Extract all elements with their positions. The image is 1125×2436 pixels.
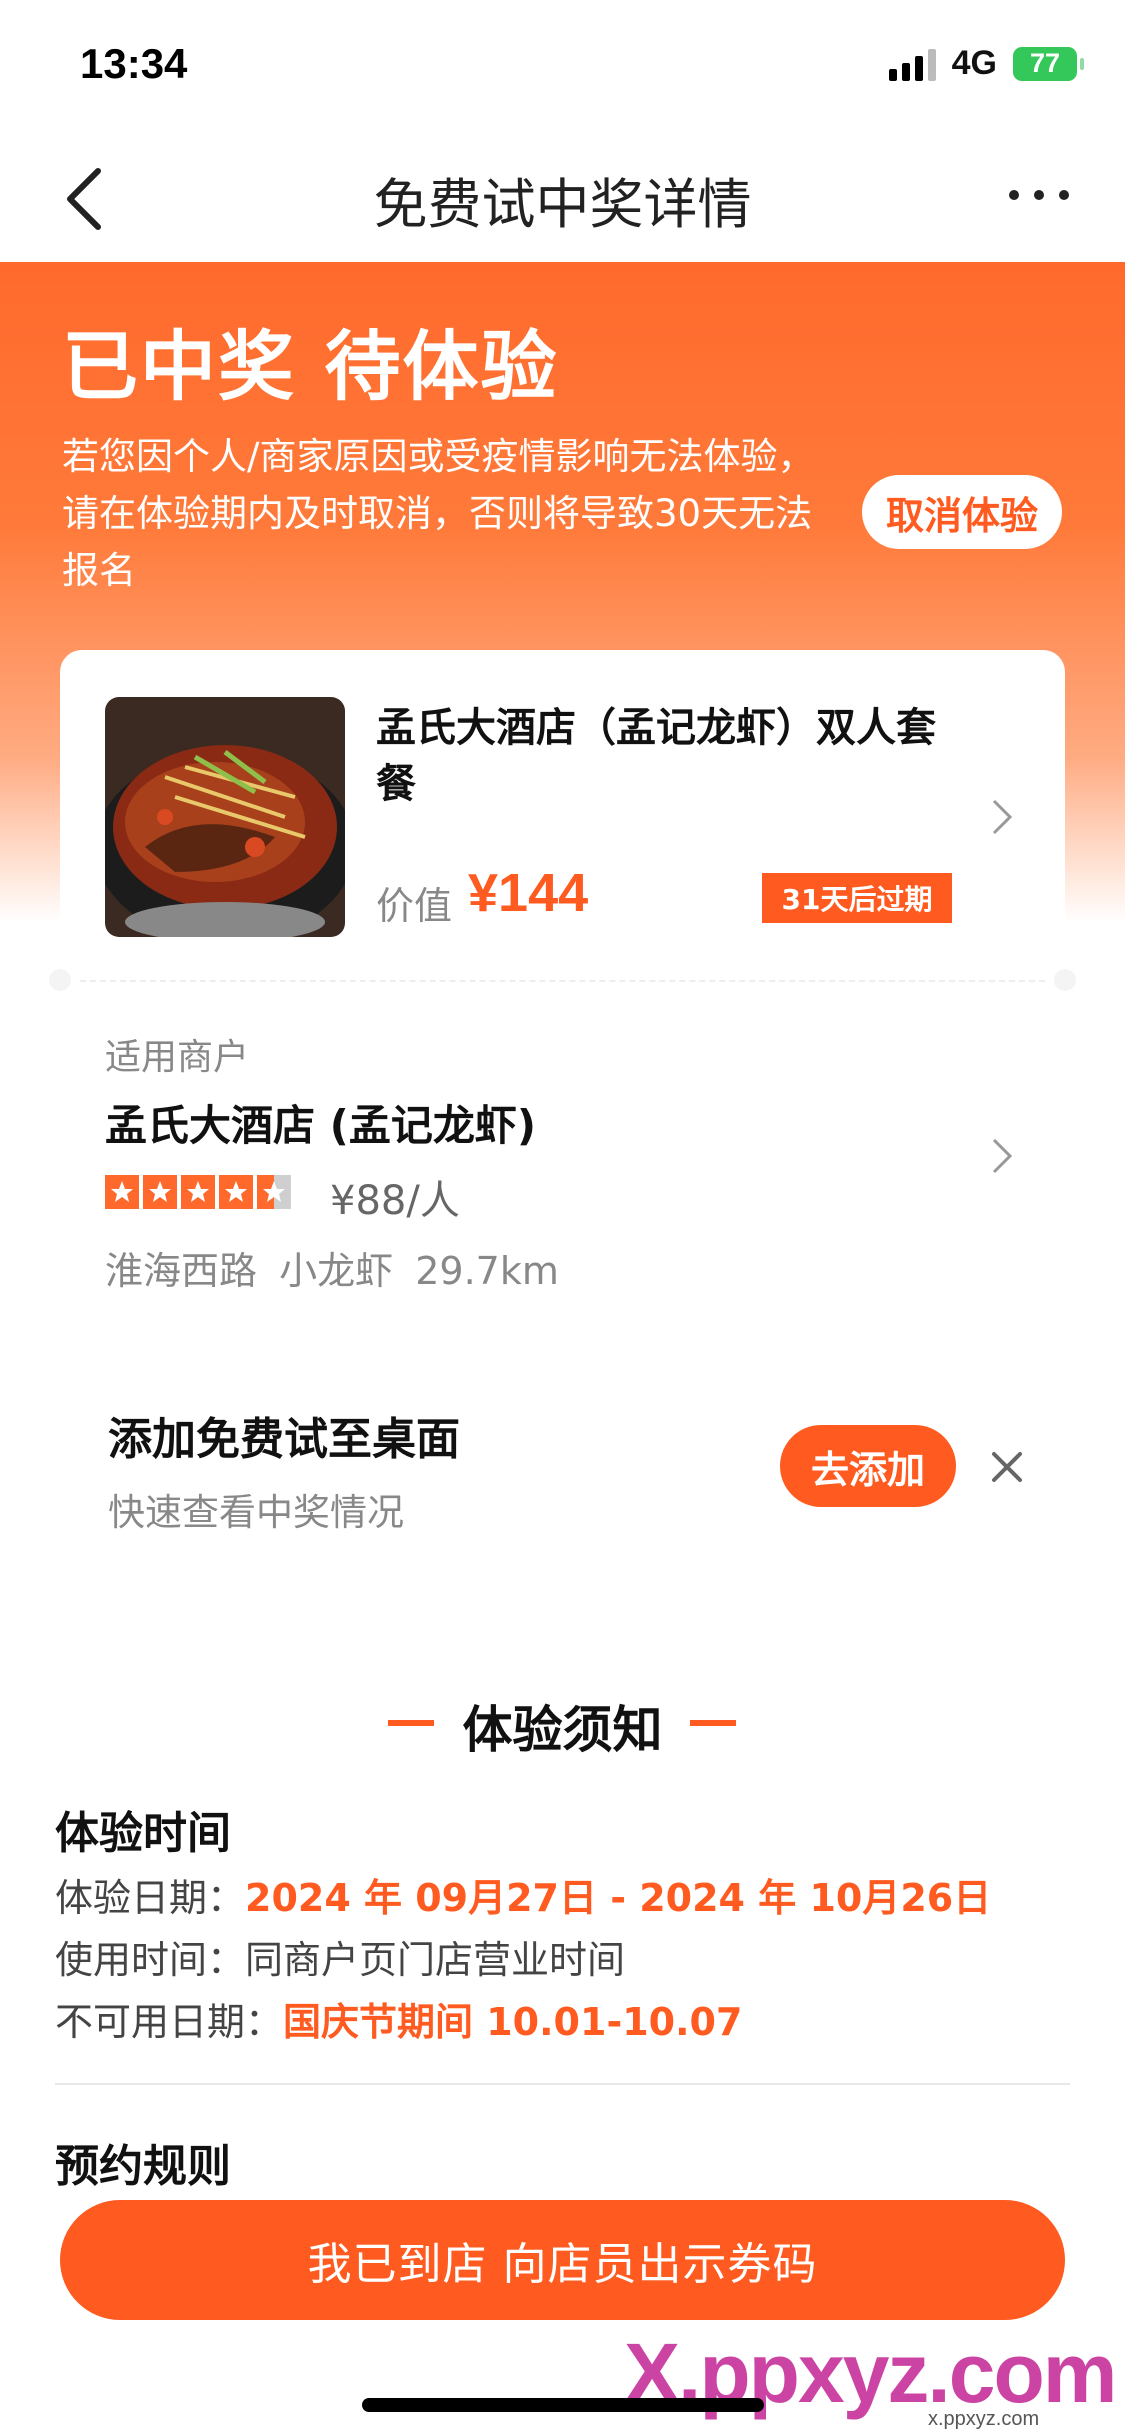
star-icon	[105, 1175, 139, 1209]
add-to-desktop-button[interactable]: 去添加	[780, 1425, 956, 1507]
experience-date-value: 2024 年 09月27日 - 2024 年 10月26日	[245, 1876, 992, 1920]
ticket-notch-right	[1054, 969, 1076, 991]
row-label: 体验日期：	[55, 1876, 246, 1920]
dish-image	[105, 697, 345, 937]
notice-title: 体验须知	[462, 1701, 663, 1759]
chevron-right-icon[interactable]	[990, 797, 1014, 837]
chevron-right-icon[interactable]	[990, 1136, 1014, 1176]
row-label: 使用时间：	[55, 1938, 246, 1982]
usage-time-row: 使用时间：同商户页门店营业时间	[55, 1929, 625, 1984]
add-desktop-title: 添加免费试至桌面	[108, 1414, 460, 1465]
signal-icon	[888, 47, 936, 81]
merchant-area: 淮海西路	[105, 1249, 258, 1293]
unavailable-date-value: 国庆节期间 10.01-10.07	[283, 2000, 743, 2044]
prize-name[interactable]: 孟氏大酒店（孟记龙虾）双人套餐	[376, 700, 936, 812]
merchant-distance: 29.7km	[415, 1249, 559, 1293]
page-title: 免费试中奖详情	[373, 173, 752, 236]
show-coupon-button[interactable]: 我已到店 向店员出示券码	[60, 2200, 1065, 2320]
value-label: 价值	[376, 884, 453, 928]
usage-time-value: 同商户页门店营业时间	[245, 1938, 626, 1982]
status-time: 13:34	[80, 40, 188, 87]
prize-status-title: 已中奖 待体验	[62, 322, 559, 411]
unavailable-date-row: 不可用日期：国庆节期间 10.01-10.07	[55, 1991, 742, 2046]
expire-badge: 31天后过期	[762, 873, 952, 923]
experience-time-heading: 体验时间	[55, 1808, 231, 1859]
status-indicators: 4G 77	[888, 44, 1084, 83]
battery-level: 77	[1029, 48, 1061, 78]
booking-rules-heading: 预约规则	[55, 2141, 231, 2192]
add-desktop-subtitle: 快速查看中奖情况	[108, 1491, 404, 1534]
cancel-notice: 若您因个人/商家原因或受疫情影响无法体验，请在体验期内及时取消，否则将导致30天…	[62, 435, 815, 592]
prize-value: ¥144	[468, 863, 589, 923]
battery-icon: 77	[1013, 46, 1084, 81]
close-icon[interactable]	[990, 1450, 1024, 1484]
title-dash-right	[690, 1720, 736, 1726]
experience-date-row: 体验日期：2024 年 09月27日 - 2024 年 10月26日	[55, 1867, 991, 1922]
rating-stars	[105, 1175, 291, 1209]
merchant-category: 小龙虾	[279, 1249, 394, 1293]
star-icon	[181, 1175, 215, 1209]
merchant-section-label: 适用商户	[105, 1037, 250, 1078]
dashed-divider	[80, 980, 1045, 982]
watermark-url: x.ppxyz.com	[928, 2408, 1040, 2430]
ticket-notch-left	[49, 969, 71, 991]
more-icon[interactable]	[1009, 180, 1069, 210]
row-label: 不可用日期：	[55, 2000, 284, 2044]
merchant-name[interactable]: 孟氏大酒店 (孟记龙虾)	[105, 1092, 536, 1153]
network-type: 4G	[951, 44, 997, 82]
home-indicator	[362, 2398, 764, 2412]
merchant-meta: 淮海西路 小龙虾 29.7km	[105, 1240, 559, 1295]
half-star-icon	[257, 1175, 291, 1209]
star-icon	[219, 1175, 253, 1209]
section-divider	[55, 2083, 1070, 2085]
cancel-experience-button[interactable]: 取消体验	[862, 475, 1062, 549]
average-price: ¥88/人	[330, 1178, 460, 1224]
star-icon	[143, 1175, 177, 1209]
